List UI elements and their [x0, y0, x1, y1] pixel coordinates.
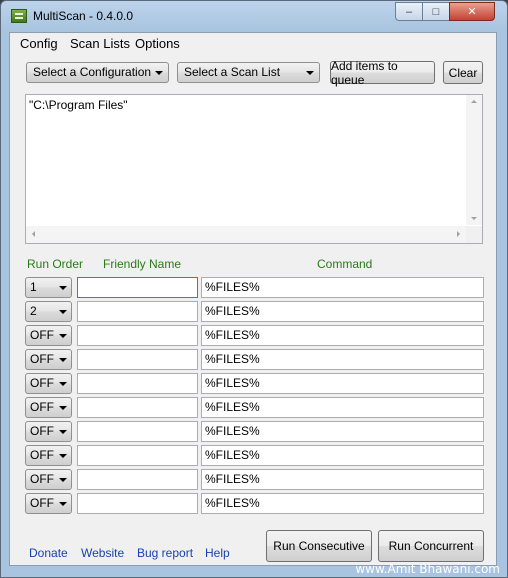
run-order-value: OFF	[30, 496, 54, 510]
menu-bar: Config Scan Lists Options	[10, 33, 496, 53]
menu-scan-lists[interactable]: Scan Lists	[70, 36, 130, 51]
menu-config[interactable]: Config	[20, 36, 58, 51]
chevron-down-icon	[59, 334, 67, 338]
client-area: Config Scan Lists Options Select a Confi…	[9, 32, 497, 566]
watermark: www.Amit Bhawani.com	[355, 562, 500, 576]
run-order-value: OFF	[30, 400, 54, 414]
chevron-down-icon	[59, 382, 67, 386]
minimize-button[interactable]: –	[395, 2, 423, 21]
chevron-down-icon	[59, 406, 67, 410]
chevron-down-icon	[59, 358, 67, 362]
run-order-value: OFF	[30, 448, 54, 462]
command-input[interactable]: %FILES%	[201, 421, 484, 442]
run-concurrent-button[interactable]: Run Concurrent	[378, 530, 484, 562]
command-input[interactable]: %FILES%	[201, 325, 484, 346]
chevron-down-icon	[59, 430, 67, 434]
queue-list[interactable]: "C:\Program Files"	[25, 94, 483, 244]
command-input[interactable]: %FILES%	[201, 445, 484, 466]
run-order-value: OFF	[30, 352, 54, 366]
chevron-down-icon	[306, 71, 314, 75]
run-order-select[interactable]: OFF	[25, 469, 72, 490]
configuration-select-value: Select a Configuration	[33, 65, 152, 79]
command-input[interactable]: %FILES%	[201, 397, 484, 418]
scan-list-select-value: Select a Scan List	[184, 65, 281, 79]
maximize-button[interactable]: □	[422, 2, 450, 21]
multiscan-window: MultiScan - 0.4.0.0 – □ ✕ Config Scan Li…	[0, 0, 508, 578]
scan-list-select[interactable]: Select a Scan List	[177, 62, 320, 83]
run-order-select[interactable]: OFF	[25, 493, 72, 514]
header-command: Command	[317, 257, 373, 271]
chevron-down-icon	[59, 502, 67, 506]
run-order-value: 1	[30, 280, 37, 294]
vertical-scrollbar[interactable]	[466, 95, 482, 225]
configuration-select[interactable]: Select a Configuration	[26, 62, 169, 83]
scroll-left-icon[interactable]	[32, 231, 35, 237]
run-order-value: OFF	[30, 328, 54, 342]
chevron-down-icon	[59, 454, 67, 458]
scroll-up-icon[interactable]	[471, 100, 477, 103]
help-link[interactable]: Help	[205, 546, 230, 560]
header-run-order: Run Order	[27, 257, 84, 271]
chevron-down-icon	[59, 286, 67, 290]
run-order-select[interactable]: OFF	[25, 421, 72, 442]
command-input[interactable]: %FILES%	[201, 277, 484, 298]
run-order-select[interactable]: OFF	[25, 349, 72, 370]
app-icon	[11, 9, 27, 23]
run-order-value: OFF	[30, 424, 54, 438]
run-order-value: OFF	[30, 376, 54, 390]
friendly-name-input[interactable]	[77, 301, 198, 322]
friendly-name-input[interactable]	[77, 277, 198, 298]
close-button[interactable]: ✕	[449, 2, 495, 21]
scroll-right-icon[interactable]	[457, 231, 460, 237]
command-input[interactable]: %FILES%	[201, 373, 484, 394]
window-title: MultiScan - 0.4.0.0	[33, 9, 134, 23]
chevron-down-icon	[59, 478, 67, 482]
website-link[interactable]: Website	[81, 546, 124, 560]
command-input[interactable]: %FILES%	[201, 349, 484, 370]
friendly-name-input[interactable]	[77, 325, 198, 346]
run-order-value: OFF	[30, 472, 54, 486]
bug-report-link[interactable]: Bug report	[137, 546, 193, 560]
clear-button[interactable]: Clear	[443, 61, 483, 84]
run-order-value: 2	[30, 304, 37, 318]
run-order-select[interactable]: 1	[25, 277, 72, 298]
queue-item[interactable]: "C:\Program Files"	[29, 98, 128, 112]
friendly-name-input[interactable]	[77, 421, 198, 442]
run-order-select[interactable]: 2	[25, 301, 72, 322]
command-input[interactable]: %FILES%	[201, 469, 484, 490]
friendly-name-input[interactable]	[77, 445, 198, 466]
friendly-name-input[interactable]	[77, 373, 198, 394]
add-items-button[interactable]: Add items to queue	[330, 59, 435, 87]
friendly-name-input[interactable]	[77, 349, 198, 370]
scrollbar-corner	[466, 226, 482, 243]
chevron-down-icon	[59, 310, 67, 314]
menu-options[interactable]: Options	[135, 36, 180, 51]
run-order-select[interactable]: OFF	[25, 325, 72, 346]
donate-link[interactable]: Donate	[29, 546, 68, 560]
command-input[interactable]: %FILES%	[201, 301, 484, 322]
friendly-name-input[interactable]	[77, 397, 198, 418]
title-bar[interactable]: MultiScan - 0.4.0.0 – □ ✕	[1, 1, 507, 31]
horizontal-scrollbar[interactable]	[26, 226, 466, 243]
run-order-select[interactable]: OFF	[25, 397, 72, 418]
run-consecutive-button[interactable]: Run Consecutive	[266, 530, 372, 562]
run-order-select[interactable]: OFF	[25, 373, 72, 394]
header-friendly-name: Friendly Name	[103, 257, 182, 271]
scroll-down-icon[interactable]	[471, 217, 477, 220]
friendly-name-input[interactable]	[77, 469, 198, 490]
chevron-down-icon	[155, 71, 163, 75]
run-order-select[interactable]: OFF	[25, 445, 72, 466]
command-input[interactable]: %FILES%	[201, 493, 484, 514]
friendly-name-input[interactable]	[77, 493, 198, 514]
